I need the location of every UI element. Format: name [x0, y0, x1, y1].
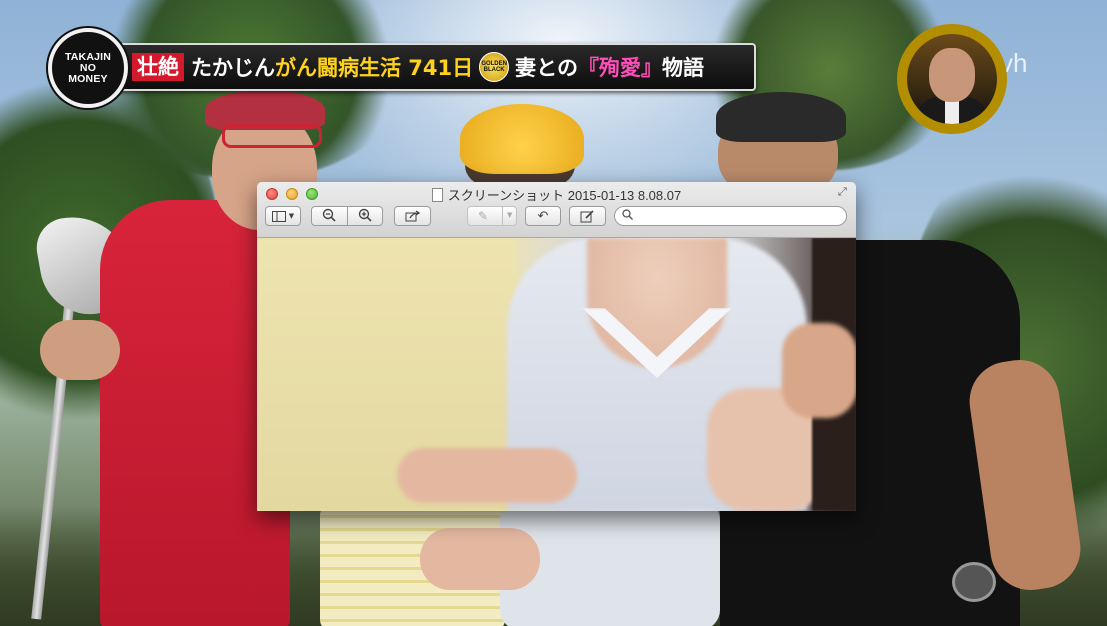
document-icon	[431, 188, 443, 202]
sidebar-view-button[interactable]: ▼	[265, 206, 301, 226]
annotate-button[interactable]: ✎ ▼	[467, 206, 517, 226]
rotate-icon: ↶	[537, 208, 549, 224]
preview-window: スクリーンショット 2015-01-13 8.08.07 ⤢ ▼ ✎ ▼ ↶	[257, 182, 856, 511]
black-visor	[716, 92, 846, 142]
edit-toolbar-button[interactable]	[569, 206, 606, 226]
logo-line-3: MONEY	[68, 72, 108, 85]
headline-ticker: 壮絶 たかじん がん闘病生活 741日 GOLDEN BLACK 妻との 『殉愛』…	[68, 43, 756, 91]
blurred-hand	[397, 448, 577, 503]
clasped-hands	[420, 528, 540, 590]
host-face	[929, 48, 975, 102]
share-icon	[405, 210, 420, 222]
badge-line-2: BLACK	[483, 67, 505, 73]
sidebar-icon	[271, 210, 286, 222]
red-glasses	[222, 124, 322, 148]
image-content	[257, 238, 856, 511]
golden-black-badge: GOLDEN BLACK	[479, 52, 510, 82]
wrist-watch	[952, 562, 996, 602]
zoom-in-icon[interactable]	[358, 208, 372, 225]
chevron-down-icon: ▼	[507, 211, 513, 219]
headline-red-box: 壮絶	[132, 53, 184, 81]
headline-part2: がん闘病生活 741日	[275, 56, 474, 80]
rotate-button[interactable]: ↶	[525, 206, 561, 226]
headline-part3: 妻との	[515, 56, 578, 80]
fullscreen-icon[interactable]: ⤢	[838, 186, 850, 198]
yellow-cap	[460, 104, 584, 174]
search-input[interactable]	[637, 208, 841, 226]
window-titlebar[interactable]: スクリーンショット 2015-01-13 8.08.07 ⤢ ▼ ✎ ▼ ↶	[257, 182, 856, 238]
edit-icon	[580, 209, 594, 222]
show-logo: TAKAJIN NO MONEY	[48, 28, 128, 108]
search-field[interactable]	[614, 206, 847, 226]
zoom-out-icon[interactable]	[322, 208, 336, 225]
host-portrait-inset	[897, 24, 1007, 134]
search-icon	[622, 209, 633, 223]
headline-text: 壮絶 たかじん がん闘病生活 741日 GOLDEN BLACK 妻との 『殉愛』…	[132, 52, 704, 82]
zoom-control	[311, 206, 383, 226]
share-button[interactable]	[394, 206, 431, 226]
blurred-hand	[782, 323, 856, 418]
headline-part4: 『殉愛』	[577, 56, 662, 80]
window-title: スクリーンショット 2015-01-13 8.08.07	[447, 188, 682, 203]
headline-part5: 物語	[661, 56, 704, 80]
chevron-down-icon: ▼	[288, 212, 295, 220]
headline-part1: たかじん	[191, 56, 275, 80]
man-hand	[40, 320, 120, 380]
pen-icon: ✎	[478, 209, 489, 223]
